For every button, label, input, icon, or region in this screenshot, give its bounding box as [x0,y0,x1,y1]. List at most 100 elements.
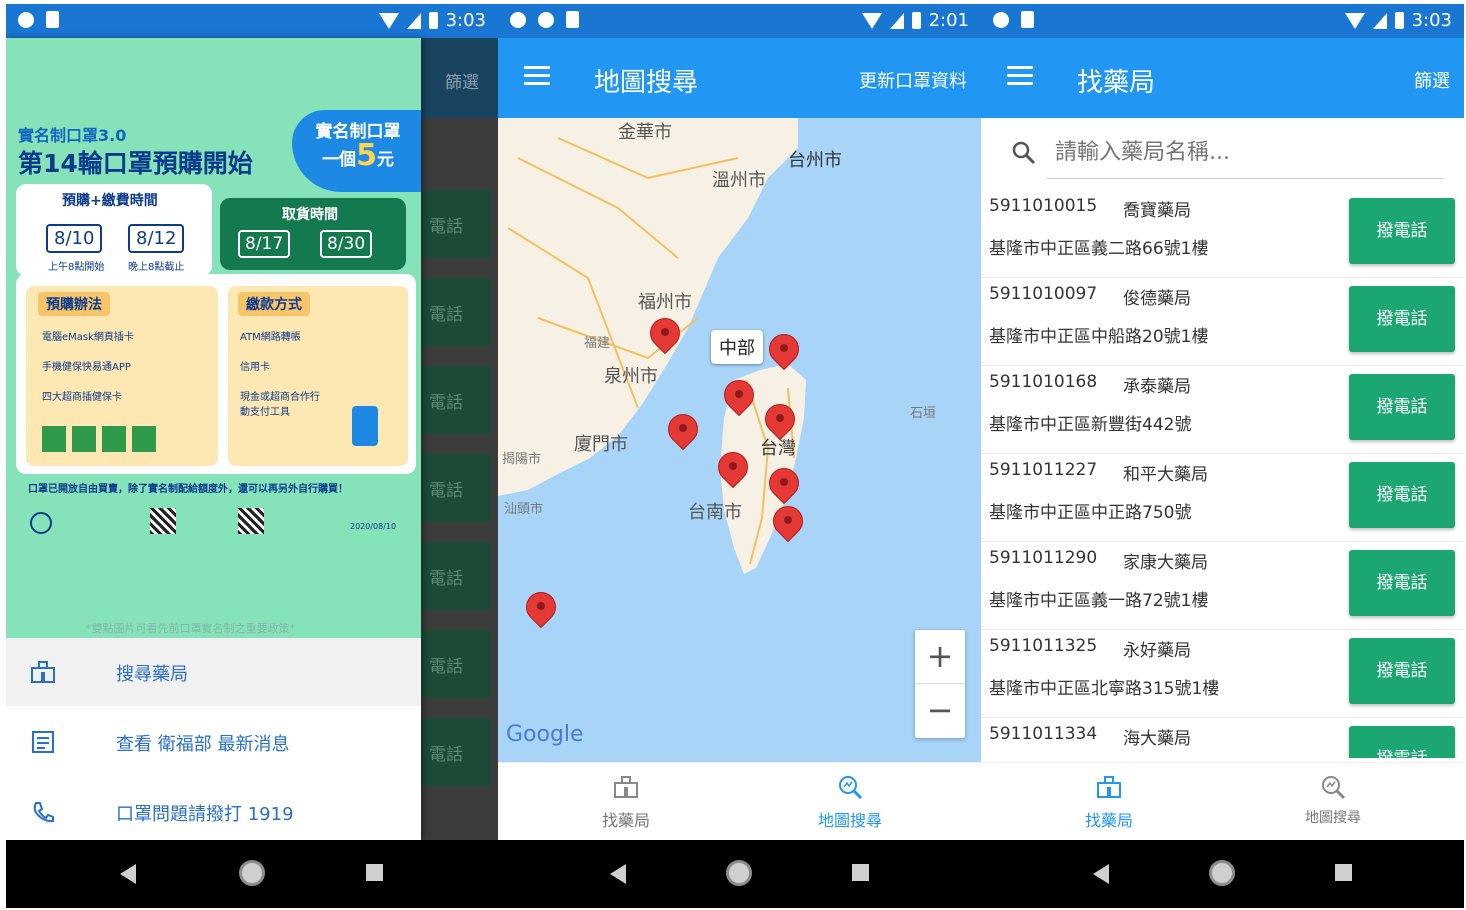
pharmacy-name: 家康大藥局 [1123,553,1208,573]
map-label-wenzhou: 溫州市 [712,170,766,191]
navigation-drawer: 實名制口罩3.0 第14輪口罩預購開始 實名制口罩 一個5元 預購+繳費時間 8… [6,38,421,840]
pharmacy-address: 基隆市中正區北寧路315號1樓 [989,679,1220,699]
dimmed-appbar: 篩選 [421,38,498,118]
payment-item: ATM網路轉帳 [240,332,301,343]
home-icon[interactable] [239,860,265,886]
news-icon [32,731,54,753]
pharmacy-code: 5911011290 [989,548,1098,568]
pharmacy-code: 5911010015 [989,196,1098,216]
tab-label: 找藥局 [601,811,650,830]
back-icon[interactable] [120,864,136,884]
preorder-from-note: 上午8點開始 [48,262,105,273]
recents-icon[interactable] [1335,864,1352,881]
pickup-heading: 取貨時間 [282,207,338,223]
list-item: 5911011334 海大藥局 撥電話 [981,718,1464,758]
menu-icon[interactable] [1007,66,1033,86]
google-logo: Google [506,722,584,747]
dimmed-call-button: 電話 [421,278,491,346]
dimmed-call-button: 電話 [421,366,491,434]
search-bar [981,118,1464,188]
pharmacy-marker[interactable] [661,407,705,456]
wifi-icon [861,12,882,29]
zoom-in-button[interactable]: + [915,630,965,684]
system-nav-bar [6,840,498,908]
map-label-fujian: 福建 [584,336,611,351]
map-label-jieyang: 揭陽市 [502,452,542,467]
mask-poster[interactable]: 實名制口罩3.0 第14輪口罩預購開始 實名制口罩 一個5元 預購+繳費時間 8… [6,38,421,638]
pharmacy-code: 5911011325 [989,636,1098,656]
sd-card-icon [1021,11,1034,28]
signal-icon [1372,12,1387,29]
pharmacy-marker[interactable] [758,397,802,446]
app-bar: 地圖搜尋 更新口罩資料 [498,38,981,118]
pharmacy-marker[interactable] [519,585,563,634]
recents-icon[interactable] [852,864,869,881]
pharmacy-icon [1097,776,1121,798]
back-icon[interactable] [610,864,626,884]
pharmacy-address: 基隆市中正區中正路750號 [989,503,1192,523]
notification-icon [993,11,1009,28]
pharmacy-list[interactable]: 5911010015 喬寶藥局 基隆市中正區義二路66號1樓 撥電話 59110… [981,190,1464,758]
convenience-store-logos [42,426,162,452]
pharmacy-code: 5911010168 [989,372,1098,392]
pharmacy-marker[interactable] [762,461,806,510]
menu-icon[interactable] [524,66,550,86]
home-icon[interactable] [726,860,752,886]
menu-hotline[interactable]: 口罩問題請撥打 1919 [6,778,421,846]
bottom-nav: 找藥局 地圖搜尋 [981,762,1464,840]
pharmacy-marker[interactable] [717,373,761,422]
list-item: 5911010015 喬寶藥局 基隆市中正區義二路66號1樓 撥電話 [981,190,1464,278]
pharmacy-marker[interactable] [643,311,687,360]
page-title: 地圖搜尋 [594,68,699,98]
map-land [498,118,806,574]
dimmed-call-button: 電話 [421,190,491,258]
pharmacy-code: 5911011227 [989,460,1098,480]
pharmacy-name: 承泰藥局 [1123,377,1191,397]
preorder-to: 8/12 [128,224,185,253]
zoom-out-button[interactable]: − [915,684,965,738]
dimmed-filter-action: 篩選 [445,73,479,93]
signal-icon [889,12,904,29]
qr-code-icon [150,508,176,534]
method-item: 手機健保快易通APP [42,362,131,373]
tab-find-pharmacy[interactable]: 找藥局 [546,773,706,831]
status-time: 3:03 [445,10,486,31]
call-button[interactable]: 撥電話 [1349,462,1455,528]
pickup-from: 8/17 [238,230,291,258]
map-view[interactable]: 金華市 台州市 溫州市 福州市 福建 泉州市 廈門市 揭陽市 汕頭市 台灣 台南… [498,118,981,762]
pharmacy-address: 基隆市中正區義二路66號1樓 [989,239,1209,259]
search-input[interactable] [1055,132,1425,172]
tab-map-search[interactable]: 地圖搜尋 [770,773,930,831]
tab-map-search[interactable]: 地圖搜尋 [1253,773,1413,827]
call-button[interactable]: 撥電話 [1349,286,1455,352]
back-icon[interactable] [1093,864,1109,884]
refresh-mask-data-button[interactable]: 更新口罩資料 [859,67,967,93]
dimmed-content: 篩選 電話 電話 電話 電話 電話 電話 電話 [421,38,498,840]
call-button[interactable]: 撥電話 [1349,638,1455,704]
menu-label: 搜尋藥局 [116,664,188,685]
pharmacy-icon [31,661,55,683]
call-button[interactable]: 撥電話 [1349,374,1455,440]
call-button[interactable]: 撥電話 [1349,726,1455,758]
filter-button[interactable]: 篩選 [1414,67,1450,93]
status-time: 3:03 [1411,10,1452,31]
map-info-window[interactable]: 中部 [711,330,763,364]
map-search-icon [1322,776,1346,800]
tab-label: 找藥局 [1084,811,1133,830]
recents-icon[interactable] [366,864,383,881]
pharmacy-marker[interactable] [766,499,810,548]
page-title: 找藥局 [1077,68,1156,98]
call-button[interactable]: 撥電話 [1349,198,1455,264]
poster-footer: 口罩已開放自由買賣，除了實名制配給額度外，還可以再另外自行購買！ [28,484,348,495]
pharmacy-marker[interactable] [762,327,806,376]
pharmacy-marker[interactable] [711,445,755,494]
tab-find-pharmacy[interactable]: 找藥局 [1029,773,1189,831]
menu-news[interactable]: 查看 衛福部 最新消息 [6,708,421,776]
app-bar: 找藥局 篩選 [981,38,1464,118]
pharmacy-code: 5911011334 [989,724,1098,744]
menu-label: 口罩問題請撥打 1919 [116,804,294,825]
menu-search-pharmacy[interactable]: 搜尋藥局 [6,638,421,706]
call-button[interactable]: 撥電話 [1349,550,1455,616]
info-card: 預購辦法 電腦eMask網頁插卡 手機健保快易通APP 四大超商插健保卡 繳款方… [16,274,416,474]
home-icon[interactable] [1209,860,1235,886]
